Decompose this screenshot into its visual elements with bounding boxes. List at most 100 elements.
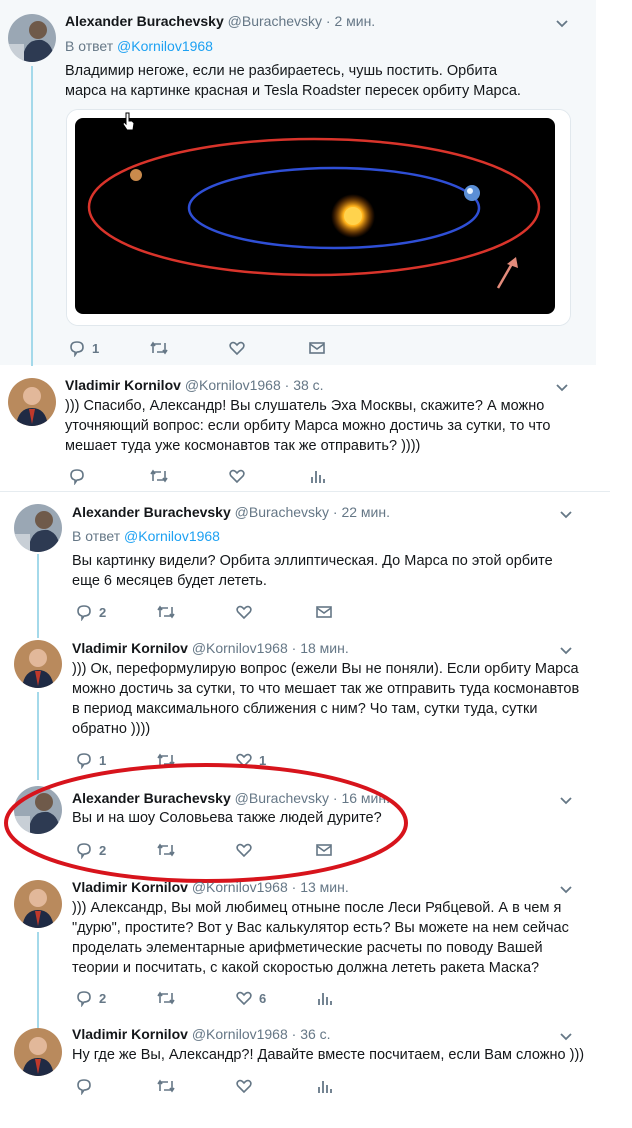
heart-icon bbox=[229, 341, 245, 356]
analytics-icon bbox=[318, 993, 332, 1005]
timestamp[interactable]: · 16 мин. bbox=[333, 790, 390, 806]
reply-icon bbox=[77, 753, 91, 769]
avatar-image bbox=[14, 640, 62, 688]
author-name[interactable]: Vladimir Kornilov bbox=[72, 1026, 188, 1042]
author-name[interactable]: Vladimir Kornilov bbox=[72, 879, 188, 895]
avatar-image bbox=[14, 786, 62, 834]
retweet-button[interactable] bbox=[156, 1077, 176, 1095]
like-button[interactable]: 1 bbox=[235, 751, 266, 769]
timestamp[interactable]: · 18 мин. bbox=[292, 640, 349, 656]
retweet-icon bbox=[157, 1079, 175, 1093]
timestamp[interactable]: · 38 с. bbox=[285, 377, 324, 393]
analytics-button[interactable] bbox=[315, 989, 333, 1007]
timestamp[interactable]: · 22 мин. bbox=[333, 504, 390, 520]
tweet-text: ))) Спасибо, Александр! Вы слушатель Эха… bbox=[65, 398, 551, 454]
chevron-down-icon[interactable] bbox=[554, 15, 570, 31]
reply-button[interactable] bbox=[68, 467, 92, 485]
heart-icon bbox=[229, 469, 245, 484]
author-name[interactable]: Alexander Burachevsky bbox=[72, 790, 231, 806]
like-count: 1 bbox=[259, 752, 267, 768]
tweet-text: Владимир негоже, если не разбираетесь, ч… bbox=[65, 63, 521, 99]
timestamp[interactable]: · 2 мин. bbox=[326, 13, 375, 29]
dm-button[interactable] bbox=[315, 841, 333, 859]
retweet-button[interactable] bbox=[156, 841, 176, 859]
avatar-kornilov[interactable] bbox=[14, 1028, 62, 1076]
reply-to-mention[interactable]: @Kornilov1968 bbox=[124, 528, 220, 544]
like-button[interactable] bbox=[235, 1077, 253, 1095]
chevron-down-icon[interactable] bbox=[558, 642, 574, 658]
retweet-icon bbox=[157, 605, 175, 619]
avatar-burachevsky[interactable] bbox=[14, 786, 62, 834]
author-handle[interactable]: @Burachevsky bbox=[228, 13, 322, 29]
timestamp[interactable]: · 36 с. bbox=[292, 1026, 331, 1042]
author-handle[interactable]: @Kornilov1968 bbox=[192, 640, 288, 656]
reply-button[interactable]: 1 bbox=[68, 339, 99, 357]
retweet-button[interactable] bbox=[149, 467, 169, 485]
avatar-burachevsky[interactable] bbox=[14, 504, 62, 552]
tweet-6: Vladimir Kornilov @Kornilov1968 · 13 мин… bbox=[0, 872, 610, 1020]
heart-icon bbox=[236, 843, 252, 858]
tweet-text: ))) Ок, переформулирую вопрос (ежели Вы … bbox=[72, 661, 580, 737]
reply-button[interactable]: 2 bbox=[75, 603, 106, 621]
analytics-icon bbox=[318, 1081, 332, 1093]
timestamp[interactable]: · 13 мин. bbox=[292, 879, 349, 895]
dm-button[interactable] bbox=[308, 339, 326, 357]
author-name[interactable]: Vladimir Kornilov bbox=[72, 640, 188, 656]
avatar-kornilov[interactable] bbox=[8, 378, 56, 426]
reply-button[interactable] bbox=[75, 1077, 93, 1095]
chevron-down-icon[interactable] bbox=[558, 792, 574, 808]
like-button[interactable] bbox=[235, 841, 253, 859]
tweet-5: Alexander Burachevsky @Burachevsky · 16 … bbox=[0, 772, 610, 872]
author-handle[interactable]: @Kornilov1968 bbox=[192, 1026, 288, 1042]
tweet-image[interactable] bbox=[66, 109, 571, 326]
like-button[interactable] bbox=[235, 603, 253, 621]
retweet-icon bbox=[157, 843, 175, 857]
chevron-down-icon[interactable] bbox=[554, 379, 570, 395]
reply-button[interactable]: 1 bbox=[75, 751, 106, 769]
reply-to-label: В ответ bbox=[72, 528, 121, 544]
avatar-kornilov[interactable] bbox=[14, 640, 62, 688]
heart-icon bbox=[236, 605, 252, 620]
author-name[interactable]: Alexander Burachevsky bbox=[65, 13, 224, 29]
tweet-1: Alexander Burachevsky @Burachevsky · 2 м… bbox=[0, 0, 596, 366]
author-handle[interactable]: @Burachevsky bbox=[235, 504, 329, 520]
thread-line bbox=[31, 66, 33, 366]
reply-count: 1 bbox=[92, 340, 100, 356]
reply-button[interactable]: 2 bbox=[75, 841, 106, 859]
reply-to-mention[interactable]: @Kornilov1968 bbox=[117, 38, 213, 54]
author-name[interactable]: Vladimir Kornilov bbox=[65, 377, 181, 393]
like-count: 6 bbox=[259, 990, 267, 1006]
retweet-button[interactable] bbox=[156, 603, 176, 621]
like-button[interactable] bbox=[228, 339, 252, 357]
analytics-button[interactable] bbox=[308, 467, 326, 485]
retweet-button[interactable] bbox=[156, 989, 176, 1007]
tweet-4: Vladimir Kornilov @Kornilov1968 · 18 мин… bbox=[0, 630, 610, 772]
tweet-text: Вы картинку видели? Орбита эллиптическая… bbox=[72, 553, 553, 589]
reply-icon bbox=[77, 1079, 91, 1095]
like-button[interactable] bbox=[228, 467, 246, 485]
chevron-down-icon[interactable] bbox=[558, 881, 574, 897]
reply-count: 2 bbox=[99, 990, 107, 1006]
reply-button[interactable]: 2 bbox=[75, 989, 106, 1007]
thread-line bbox=[37, 692, 39, 772]
retweet-button[interactable] bbox=[156, 751, 176, 769]
chevron-down-icon[interactable] bbox=[558, 1028, 574, 1044]
tweet-3: Alexander Burachevsky @Burachevsky · 22 … bbox=[0, 492, 610, 630]
chevron-down-icon[interactable] bbox=[558, 506, 574, 522]
dm-button[interactable] bbox=[315, 603, 333, 621]
retweet-icon bbox=[157, 991, 175, 1005]
analytics-button[interactable] bbox=[315, 1077, 333, 1095]
avatar-kornilov[interactable] bbox=[14, 880, 62, 928]
author-handle[interactable]: @Kornilov1968 bbox=[192, 879, 288, 895]
author-handle[interactable]: @Kornilov1968 bbox=[185, 377, 281, 393]
retweet-icon bbox=[150, 341, 168, 355]
retweet-button[interactable] bbox=[149, 339, 175, 357]
avatar-image bbox=[14, 504, 62, 552]
envelope-icon bbox=[316, 844, 332, 856]
envelope-icon bbox=[316, 606, 332, 618]
author-handle[interactable]: @Burachevsky bbox=[235, 790, 329, 806]
author-name[interactable]: Alexander Burachevsky bbox=[72, 504, 231, 520]
avatar-burachevsky[interactable] bbox=[8, 14, 56, 62]
like-button[interactable]: 6 bbox=[235, 989, 266, 1007]
thread-line bbox=[37, 1020, 39, 1028]
